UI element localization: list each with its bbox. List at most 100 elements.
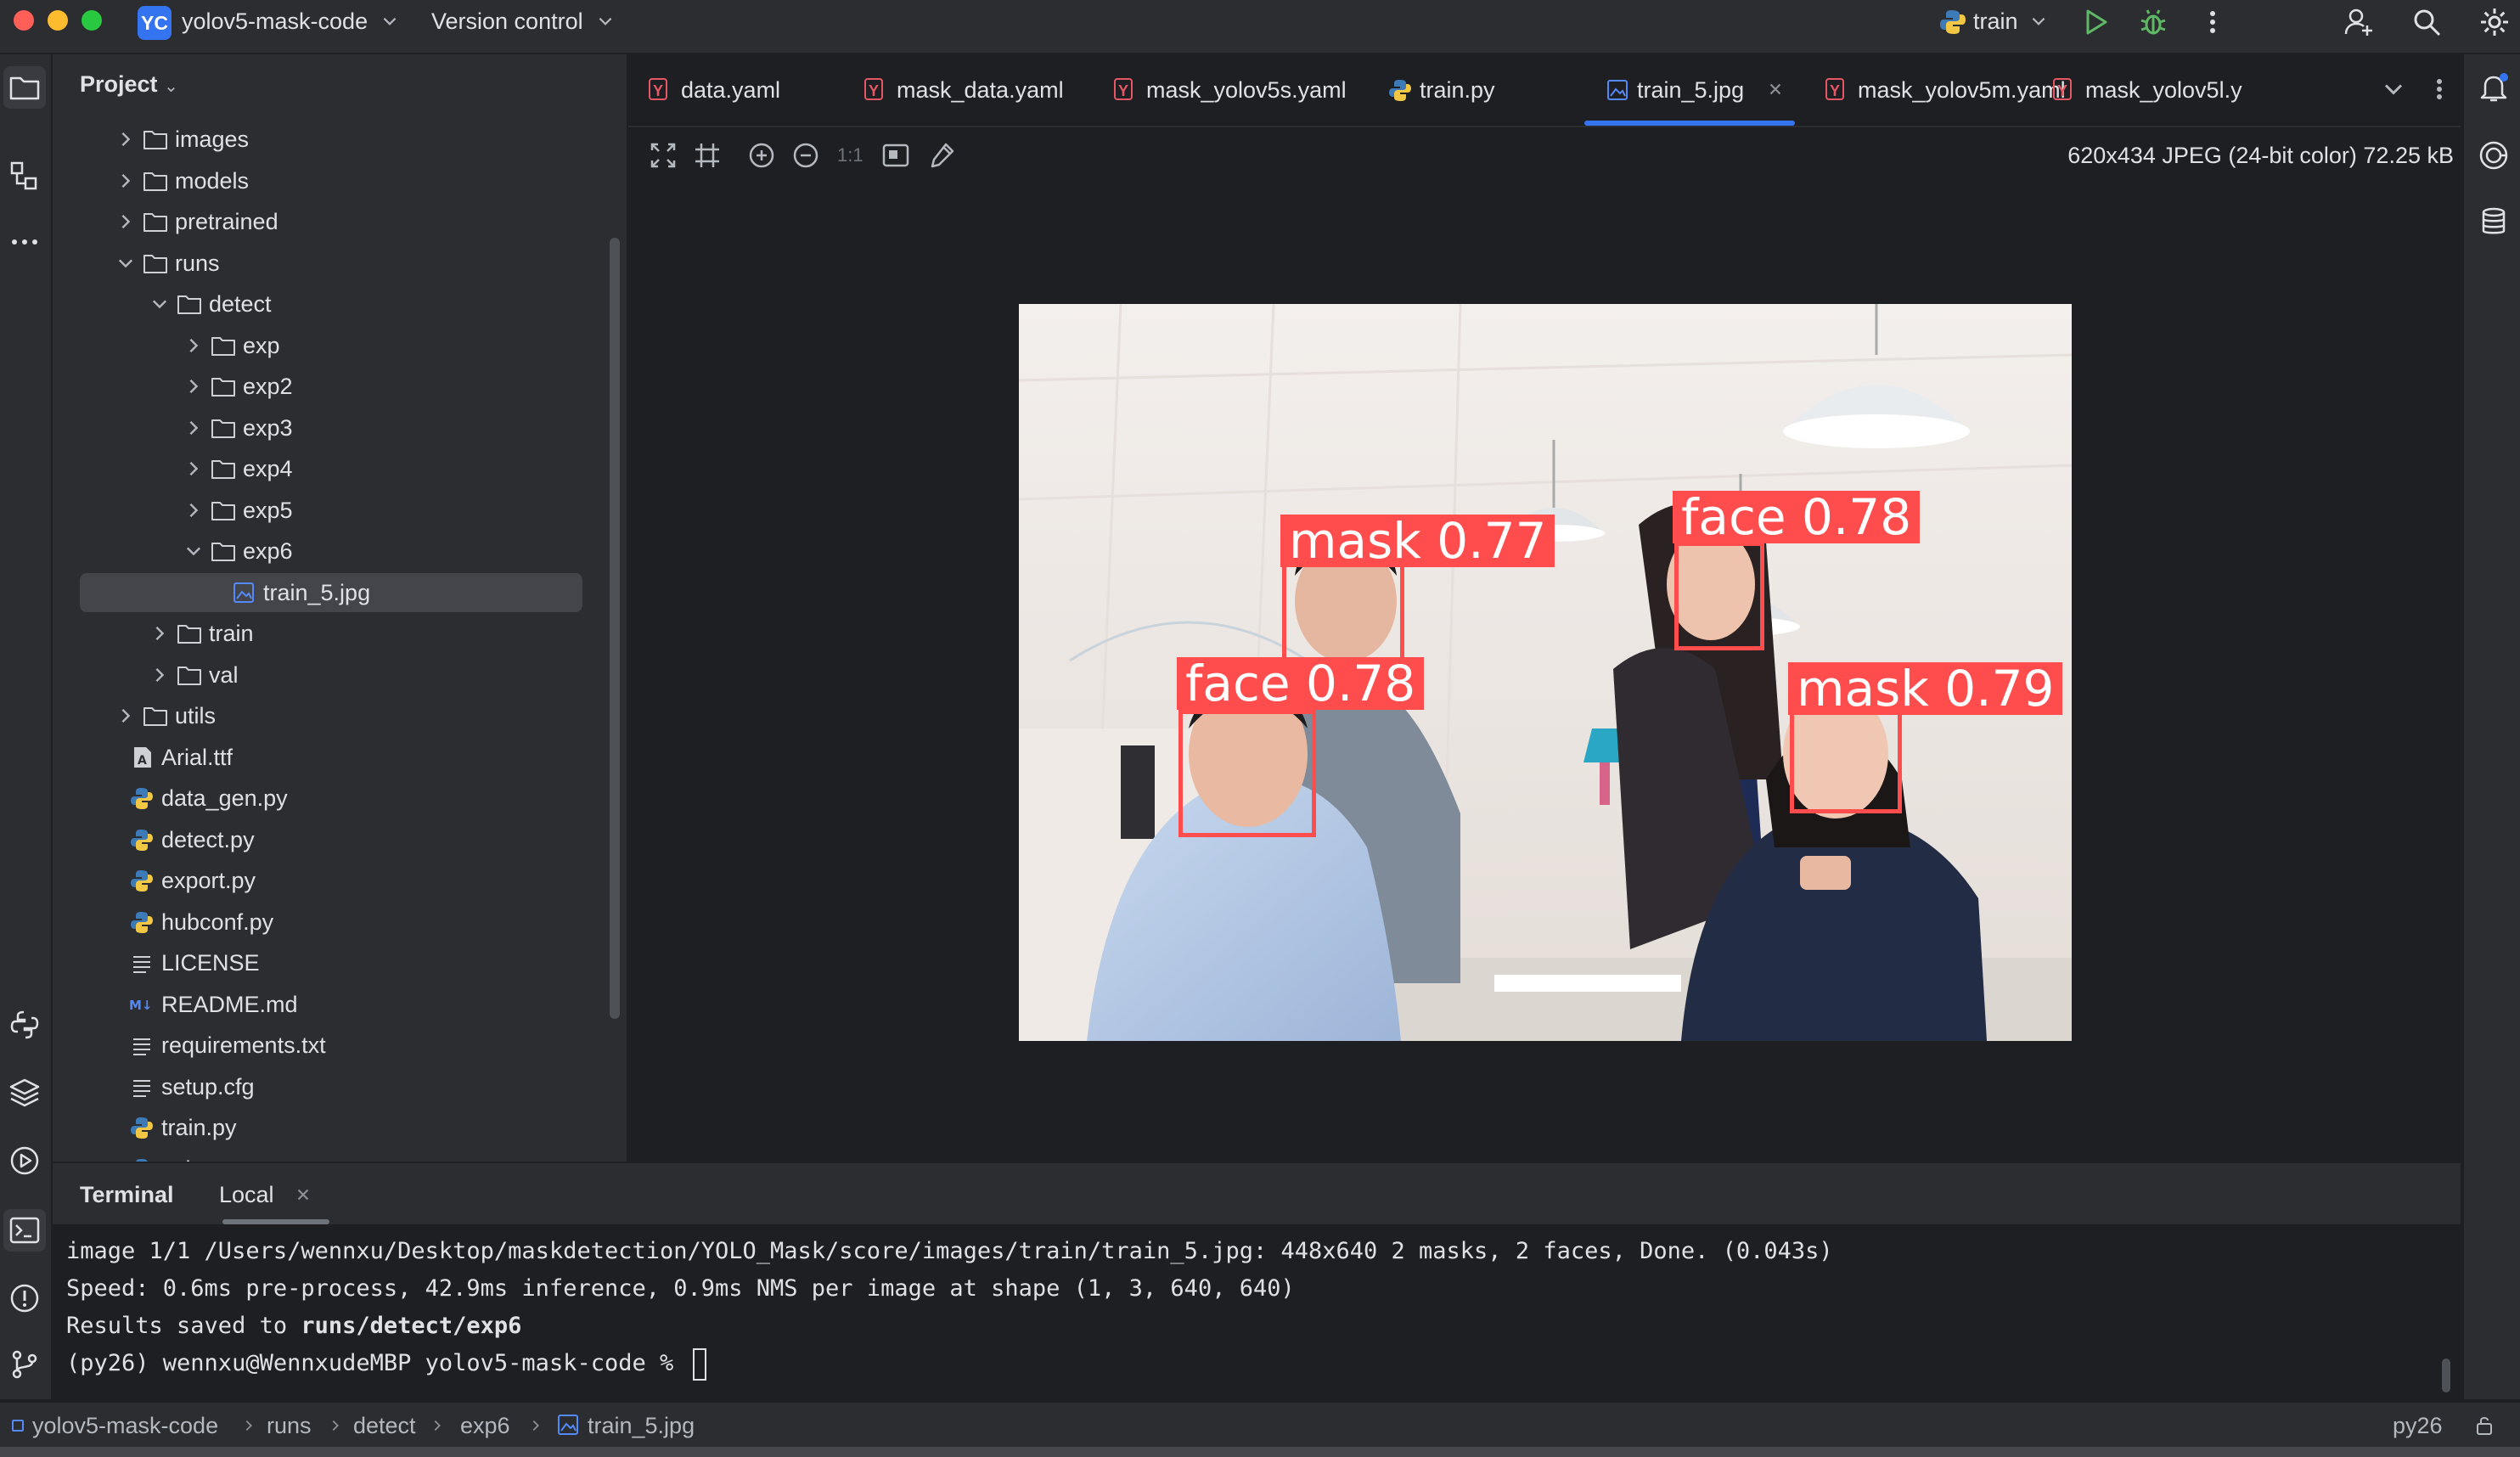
project-scrollbar[interactable] xyxy=(610,238,620,1019)
tree-item-arial-ttf[interactable]: A Arial.ttf xyxy=(53,737,627,778)
tree-item-exp2[interactable]: exp2 xyxy=(53,366,627,407)
tree-item-exp5[interactable]: exp5 xyxy=(53,490,627,531)
more-tools-icon[interactable] xyxy=(8,226,41,258)
terminal-title[interactable]: Terminal xyxy=(80,1165,174,1224)
right-tool-strip xyxy=(2462,54,2520,1399)
python-console-icon[interactable] xyxy=(8,1009,41,1041)
tree-item-val-py[interactable]: val.py xyxy=(53,1149,627,1162)
grid-icon[interactable] xyxy=(693,141,722,170)
search-icon[interactable] xyxy=(2411,7,2442,37)
chevron-down-icon[interactable] xyxy=(183,541,204,561)
problems-icon[interactable] xyxy=(8,1282,41,1314)
lock-icon[interactable] xyxy=(2474,1415,2496,1437)
services-run-icon[interactable] xyxy=(8,1145,41,1177)
editor-more-icon[interactable] xyxy=(2427,76,2452,102)
tree-item-val[interactable]: val xyxy=(53,655,627,695)
chevron-right-icon[interactable] xyxy=(115,171,136,191)
image-toolbar: 1:1 620x434 JPEG (24-bit color) 72.25 kB xyxy=(628,127,2461,183)
tree-item-hubconf-py[interactable]: hubconf.py xyxy=(53,902,627,942)
breadcrumb-item[interactable]: train_5.jpg xyxy=(588,1403,695,1449)
tree-item-requirements-txt[interactable]: requirements.txt xyxy=(53,1025,627,1066)
terminal-prompt-line[interactable]: (py26) wennxu@WennxudeMBP yolov5-mask-co… xyxy=(66,1345,1833,1382)
fit-to-screen-icon[interactable] xyxy=(649,141,678,170)
breadcrumb-item[interactable]: detect xyxy=(353,1403,416,1449)
chevron-down-icon[interactable] xyxy=(115,253,136,273)
tree-item-detect[interactable]: detect xyxy=(53,284,627,324)
structure-icon[interactable] xyxy=(8,160,41,192)
chevron-right-icon[interactable] xyxy=(115,211,136,232)
tabs-dropdown-icon[interactable] xyxy=(2381,76,2406,102)
add-user-icon[interactable] xyxy=(2343,7,2374,37)
tab-mask-yolov5l-y[interactable]: Ymask_yolov5l.y xyxy=(2033,54,2279,126)
tree-item-readme-md[interactable]: M↓ README.md xyxy=(53,984,627,1025)
zoom-in-icon[interactable] xyxy=(747,141,776,170)
chevron-right-icon[interactable] xyxy=(115,129,136,149)
git-branch-icon[interactable] xyxy=(8,1348,41,1381)
tree-item-exp6[interactable]: exp6 xyxy=(53,531,627,571)
tab-train-py[interactable]: train.py xyxy=(1367,54,1562,126)
close-window-button[interactable] xyxy=(14,10,34,31)
folder-icon[interactable] xyxy=(8,71,41,104)
ai-assistant-icon[interactable] xyxy=(2478,139,2510,172)
debug-icon[interactable] xyxy=(2138,7,2168,37)
project-panel-title[interactable]: Project ⌄ xyxy=(80,71,178,98)
run-configuration-selector[interactable]: train xyxy=(1973,0,2018,42)
tab-mask-data-yaml[interactable]: Ymask_data.yaml xyxy=(844,54,1073,126)
close-icon[interactable] xyxy=(294,1185,312,1204)
notifications-icon[interactable] xyxy=(2478,71,2510,104)
breadcrumb-item[interactable]: yolov5-mask-code xyxy=(32,1403,218,1449)
tree-item-train-py[interactable]: train.py xyxy=(53,1107,627,1148)
tab-data-yaml[interactable]: Ydata.yaml xyxy=(628,54,824,126)
project-badge[interactable]: YC xyxy=(138,6,172,40)
chevron-right-icon[interactable] xyxy=(183,376,204,397)
tree-item-license[interactable]: LICENSE xyxy=(53,942,627,983)
tab-mask-yolov5s-yaml[interactable]: Ymask_yolov5s.yaml xyxy=(1094,54,1348,126)
zoom-out-icon[interactable] xyxy=(791,141,820,170)
close-tab-icon[interactable] xyxy=(1766,80,1785,98)
tree-item-exp[interactable]: exp xyxy=(53,325,627,366)
zoom-window-button[interactable] xyxy=(82,10,102,31)
tree-item-exp3[interactable]: exp3 xyxy=(53,408,627,448)
interpreter-status[interactable]: py26 xyxy=(2393,1403,2443,1449)
project-switcher[interactable]: yolov5-mask-code xyxy=(182,0,368,42)
chevron-right-icon[interactable] xyxy=(149,623,170,644)
python-file-icon xyxy=(129,786,155,810)
breadcrumb-item[interactable]: exp6 xyxy=(460,1403,510,1449)
chevron-right-icon[interactable] xyxy=(149,665,170,685)
chevron-right-icon[interactable] xyxy=(183,500,204,520)
actual-size-button[interactable]: 1:1 xyxy=(837,127,863,183)
tree-item-detect-py[interactable]: detect.py xyxy=(53,819,627,860)
tree-item-pretrained[interactable]: pretrained xyxy=(53,201,627,242)
tab-train-5-jpg[interactable]: train_5.jpg xyxy=(1584,54,1795,126)
terminal-icon[interactable] xyxy=(8,1214,41,1246)
tree-item-data-gen-py[interactable]: data_gen.py xyxy=(53,778,627,819)
tree-item-train[interactable]: train xyxy=(53,613,627,654)
settings-gear-icon[interactable] xyxy=(2479,7,2510,37)
breadcrumb-item[interactable]: runs xyxy=(267,1403,312,1449)
database-icon[interactable] xyxy=(2478,205,2510,238)
terminal-tab-local[interactable]: Local xyxy=(219,1165,274,1224)
chevron-right-icon[interactable] xyxy=(183,418,204,438)
minimize-window-button[interactable] xyxy=(48,10,68,31)
tree-item-setup-cfg[interactable]: setup.cfg xyxy=(53,1066,627,1107)
background-toggle-icon[interactable] xyxy=(881,141,910,170)
chevron-down-icon[interactable] xyxy=(149,294,170,314)
version-control-menu[interactable]: Version control xyxy=(431,0,583,42)
tree-item-utils[interactable]: utils xyxy=(53,695,627,736)
chevron-right-icon[interactable] xyxy=(183,458,204,479)
more-actions-icon[interactable] xyxy=(2197,7,2228,37)
layers-icon[interactable] xyxy=(8,1077,41,1109)
tree-item-exp4[interactable]: exp4 xyxy=(53,448,627,489)
tree-item-export-py[interactable]: export.py xyxy=(53,860,627,901)
terminal-output[interactable]: image 1/1 /Users/wennxu/Desktop/maskdete… xyxy=(66,1233,1833,1382)
tab-mask-yolov5m-yaml[interactable]: Ymask_yolov5m.yaml xyxy=(1805,54,2066,126)
tree-item-train-5-jpg[interactable]: train_5.jpg xyxy=(53,572,627,613)
chevron-right-icon[interactable] xyxy=(115,706,136,726)
tree-item-images[interactable]: images xyxy=(53,119,627,160)
tree-item-runs[interactable]: runs xyxy=(53,243,627,284)
tree-item-models[interactable]: models xyxy=(53,160,627,201)
chevron-right-icon[interactable] xyxy=(183,335,204,356)
run-icon[interactable] xyxy=(2080,7,2111,37)
color-picker-icon[interactable] xyxy=(927,141,956,170)
terminal-scrollbar[interactable] xyxy=(2442,1359,2450,1392)
